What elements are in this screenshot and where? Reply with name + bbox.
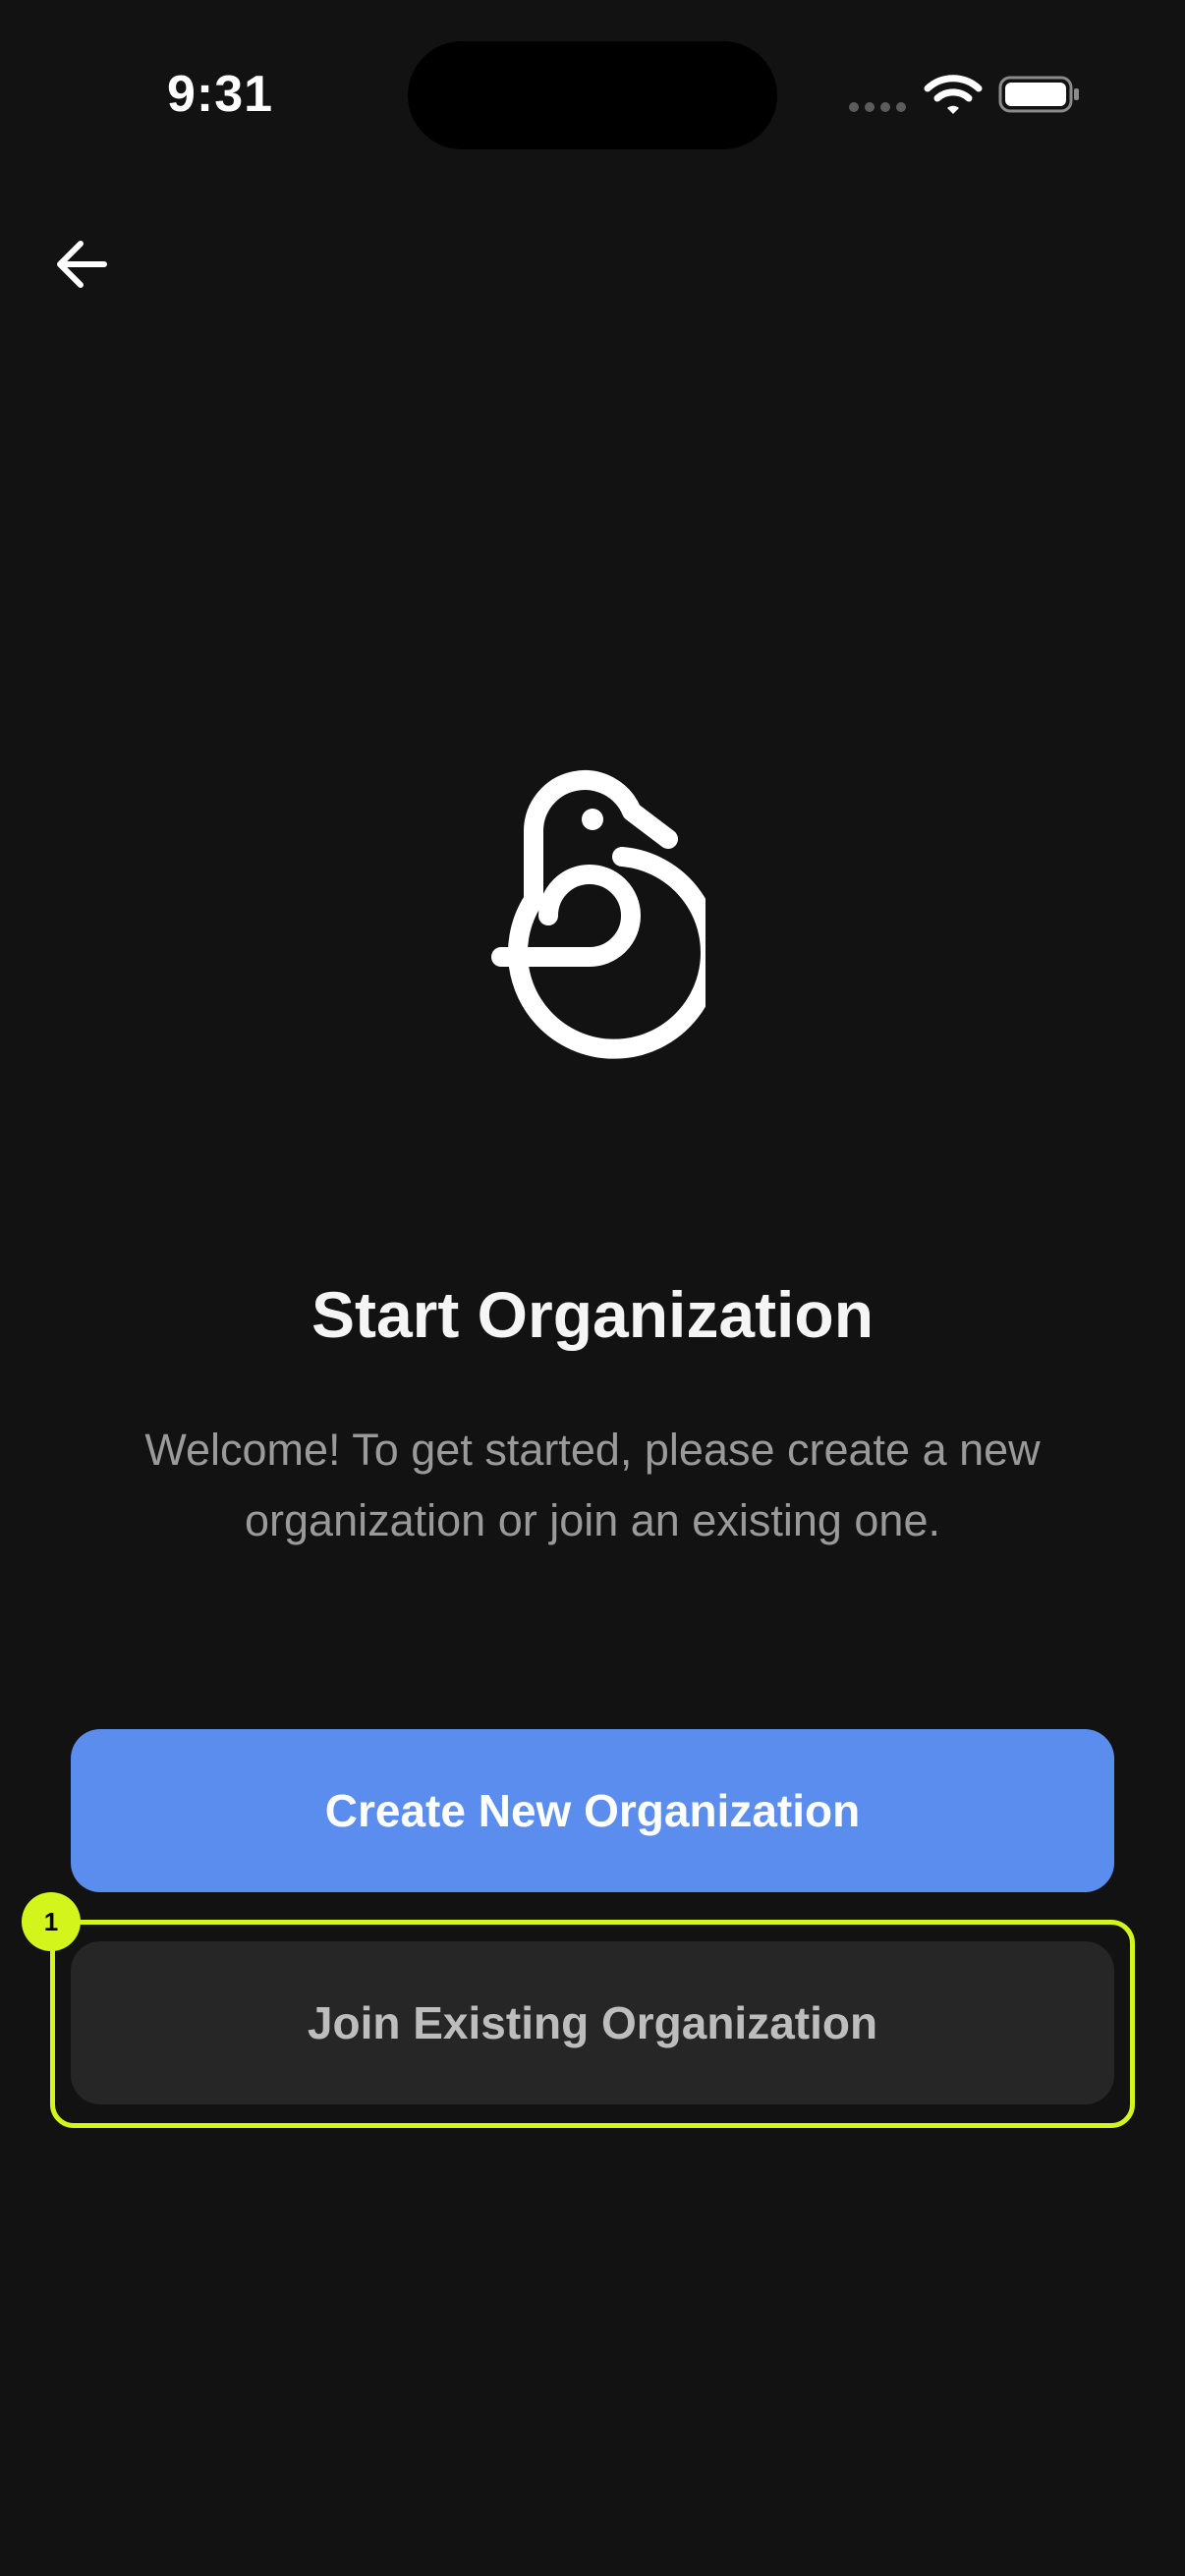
create-organization-label: Create New Organization (324, 1785, 861, 1836)
highlight-box (50, 1920, 1135, 2128)
battery-icon (998, 76, 1079, 113)
page-subtitle: Welcome! To get started, please create a… (144, 1425, 1041, 1545)
highlight-badge: 1 (22, 1892, 81, 1951)
wifi-icon (924, 75, 983, 114)
create-organization-button[interactable]: Create New Organization (71, 1729, 1114, 1892)
status-time: 9:31 (167, 66, 274, 123)
swan-logo-icon (491, 770, 705, 1059)
arrow-left-icon[interactable] (51, 234, 112, 295)
cellular-signal-icon (849, 102, 906, 112)
dynamic-island (408, 41, 777, 149)
page-title: Start Organization (310, 1278, 875, 1351)
